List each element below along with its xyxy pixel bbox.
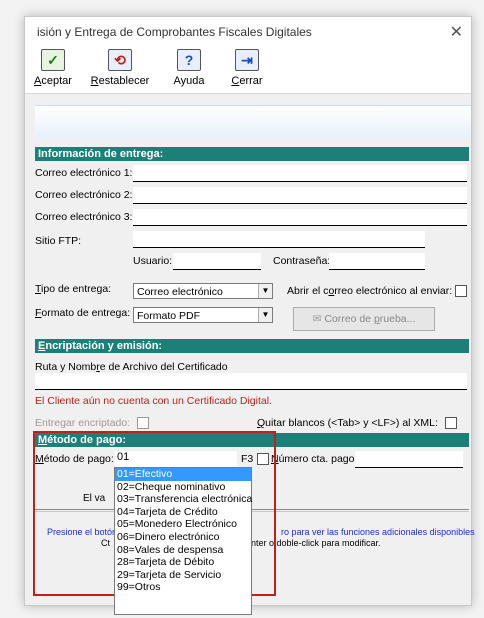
aceptar-label: ceptar bbox=[41, 75, 72, 87]
hint-presione-right: ro para ver las funciones adicionales di… bbox=[281, 527, 475, 537]
dropdown-option[interactable]: 99=Otros bbox=[115, 581, 251, 594]
refresh-icon: ⟲ bbox=[108, 49, 132, 71]
cerrar-label: errar bbox=[239, 75, 263, 87]
dropdown-option[interactable]: 08=Vales de despensa bbox=[115, 544, 251, 557]
chevron-down-icon[interactable]: ▼ bbox=[258, 284, 272, 298]
abrir-correo-label: Abrir el correo electrónico al enviar: bbox=[287, 285, 453, 297]
restablecer-button[interactable]: ⟲ Restablecer bbox=[87, 49, 153, 87]
quitar-blancos-checkbox[interactable] bbox=[445, 417, 457, 429]
formato-entrega-label: Formato de entrega: bbox=[35, 307, 131, 319]
correo1-label: Correo electrónico 1: bbox=[35, 167, 133, 179]
entregar-encriptado-checkbox[interactable] bbox=[137, 417, 149, 429]
correo-prueba-button[interactable]: ✉ Correo de prueba... bbox=[293, 307, 435, 331]
correo3-input[interactable] bbox=[133, 209, 467, 226]
title-bar: isión y Entrega de Comprobantes Fiscales… bbox=[25, 17, 471, 47]
ayuda-button[interactable]: ? Ayuda bbox=[167, 49, 211, 87]
numero-cta-label: Número cta. pago: bbox=[271, 453, 358, 465]
metodo-pago-dropdown[interactable]: 01=Efectivo 02=Cheque nominativo 03=Transf… bbox=[114, 467, 252, 615]
contrasena-label: Contraseña: bbox=[273, 255, 331, 267]
dropdown-option[interactable]: 02=Cheque nominativo bbox=[115, 481, 251, 494]
dropdown-option[interactable]: 04=Tarjeta de Crédito bbox=[115, 506, 251, 519]
dropdown-option[interactable]: 29=Tarjeta de Servicio bbox=[115, 569, 251, 582]
window-title: isión y Entrega de Comprobantes Fiscales… bbox=[37, 25, 312, 39]
correo2-input[interactable] bbox=[133, 187, 467, 204]
tipo-entrega-select[interactable]: Correo electrónico ▼ bbox=[133, 283, 273, 299]
restablecer-mnemonic: R bbox=[90, 75, 99, 87]
ruta-certificado-input[interactable] bbox=[35, 373, 467, 390]
sitio-ftp-label: Sitio FTP: bbox=[35, 235, 82, 247]
restablecer-label: establecer bbox=[98, 75, 150, 87]
dropdown-option[interactable]: 28=Tarjeta de Débito bbox=[115, 556, 251, 569]
dropdown-option[interactable]: 03=Transferencia electrónica bbox=[115, 493, 252, 506]
aceptar-button[interactable]: ✓ Aceptar bbox=[31, 49, 75, 87]
entregar-encriptado-label: Entregar encriptado: bbox=[35, 417, 131, 429]
usuario-input[interactable] bbox=[173, 253, 261, 270]
dropdown-option[interactable]: 06=Dinero electrónico bbox=[115, 531, 251, 544]
abrir-correo-checkbox[interactable] bbox=[455, 285, 467, 297]
toolbar: ✓ Aceptar ⟲ Restablecer ? Ayuda ⇥ Cerrar bbox=[25, 47, 471, 94]
dropdown-option[interactable]: 01=Efectivo bbox=[115, 468, 251, 481]
ayuda-label: Ayuda bbox=[173, 75, 205, 87]
certificado-warning: El Cliente aún no cuenta con un Certific… bbox=[35, 395, 272, 407]
usuario-label: Usuario: bbox=[133, 255, 173, 267]
ruta-certificado-label: Ruta y Nombre de Archivo del Certificado bbox=[35, 361, 228, 373]
numero-cta-input[interactable] bbox=[355, 451, 463, 468]
correo2-label: Correo electrónico 2: bbox=[35, 189, 133, 201]
formato-entrega-value: Formato PDF bbox=[137, 310, 201, 322]
quitar-blancos-label: Quitar blancos (<Tab> y <LF>) al XML: bbox=[257, 417, 438, 429]
correo1-input[interactable] bbox=[133, 165, 467, 182]
section-entrega-header: Información de entrega: bbox=[35, 147, 469, 161]
section-encriptacion-header: Encriptación y emisión: bbox=[35, 339, 469, 353]
tipo-entrega-label: Tipo de entrega: bbox=[35, 283, 112, 295]
help-icon: ? bbox=[177, 49, 201, 71]
dropdown-options: 01=Efectivo 02=Cheque nominativo 03=Transf… bbox=[115, 468, 252, 594]
cerrar-button[interactable]: ⇥ Cerrar bbox=[225, 49, 269, 87]
info-band bbox=[35, 105, 471, 140]
dropdown-option[interactable]: 05=Monedero Electrónico bbox=[115, 518, 251, 531]
tipo-entrega-value: Correo electrónico bbox=[137, 286, 223, 298]
mail-icon: ✉ bbox=[312, 313, 325, 325]
chevron-down-icon[interactable]: ▼ bbox=[258, 308, 272, 322]
checkmark-icon: ✓ bbox=[41, 49, 65, 71]
contrasena-input[interactable] bbox=[329, 253, 425, 270]
sitio-ftp-input[interactable] bbox=[133, 231, 425, 248]
close-icon[interactable]: ✕ bbox=[450, 22, 463, 42]
correo3-label: Correo electrónico 3: bbox=[35, 211, 133, 223]
formato-entrega-select[interactable]: Formato PDF ▼ bbox=[133, 307, 273, 323]
exit-door-icon: ⇥ bbox=[235, 49, 259, 71]
